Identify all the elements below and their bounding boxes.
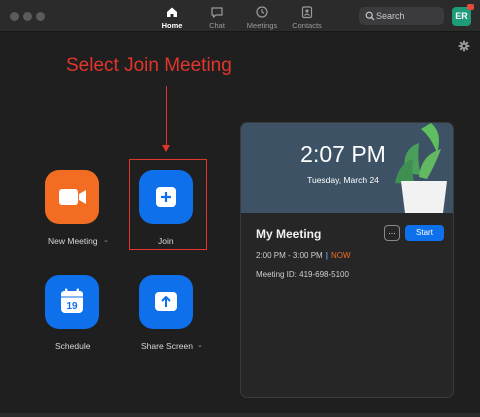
more-options-button[interactable]: ... — [384, 225, 400, 241]
share-screen-label: Share Screen — [141, 341, 193, 351]
video-camera-icon — [59, 189, 86, 205]
join-button[interactable] — [139, 170, 193, 224]
gear-icon[interactable] — [458, 40, 470, 52]
close-window-button[interactable] — [10, 12, 19, 21]
meeting-time-range: 2:00 PM - 3:00 PM — [256, 251, 323, 260]
schedule-button[interactable]: 19 — [45, 275, 99, 329]
chevron-down-icon[interactable]: ⌄ — [103, 236, 109, 244]
current-date: Tuesday, March 24 — [307, 175, 379, 185]
window-bottom-edge — [0, 413, 480, 417]
tab-chat-label: Chat — [209, 21, 225, 30]
search-icon — [365, 11, 375, 21]
chevron-down-icon[interactable]: ⌄ — [197, 341, 203, 349]
tab-home-label: Home — [161, 21, 183, 30]
notification-badge — [467, 4, 474, 10]
calendar-icon: 19 — [61, 288, 83, 313]
meeting-status: NOW — [330, 251, 351, 260]
tab-meetings-label: Meetings — [246, 21, 278, 30]
instruction-annotation: Select Join Meeting — [66, 55, 232, 76]
join-label: Join — [158, 236, 174, 246]
current-time: 2:07 PM — [300, 141, 386, 167]
new-meeting-button[interactable] — [45, 170, 99, 224]
meeting-id: Meeting ID: 419-698-5100 — [256, 270, 349, 279]
new-meeting-label: New Meeting — [48, 236, 98, 246]
title-bar: Home Chat Meetings Contacts ER — [0, 0, 480, 32]
chat-icon — [211, 7, 223, 19]
schedule-label: Schedule — [55, 341, 91, 351]
zoom-window-button[interactable] — [36, 12, 45, 21]
share-screen-icon — [155, 292, 177, 311]
meeting-title: My Meeting — [256, 227, 322, 241]
upcoming-meeting-card: 2:07 PM Tuesday, March 24 My Meeting ...… — [240, 122, 454, 398]
plant-illustration — [395, 123, 447, 213]
contacts-icon — [301, 6, 313, 19]
calendar-day: 19 — [66, 301, 78, 312]
annotation-arrow — [166, 86, 167, 146]
home-icon — [167, 7, 177, 17]
card-banner: 2:07 PM Tuesday, March 24 — [241, 123, 453, 213]
search-input[interactable] — [376, 9, 440, 23]
meeting-time-row: 2:00 PM - 3:00 PM | NOW — [256, 251, 351, 260]
share-screen-button[interactable] — [139, 275, 193, 329]
clock-icon — [256, 6, 268, 18]
start-button[interactable]: Start — [405, 225, 444, 241]
annotation-arrow-head — [162, 145, 170, 152]
tab-contacts-label: Contacts — [292, 21, 322, 30]
meeting-time-separator: | — [325, 251, 328, 260]
search-box[interactable] — [359, 7, 444, 25]
plus-icon — [156, 187, 176, 207]
minimize-window-button[interactable] — [23, 12, 32, 21]
tab-contacts[interactable]: Contacts — [281, 5, 333, 30]
